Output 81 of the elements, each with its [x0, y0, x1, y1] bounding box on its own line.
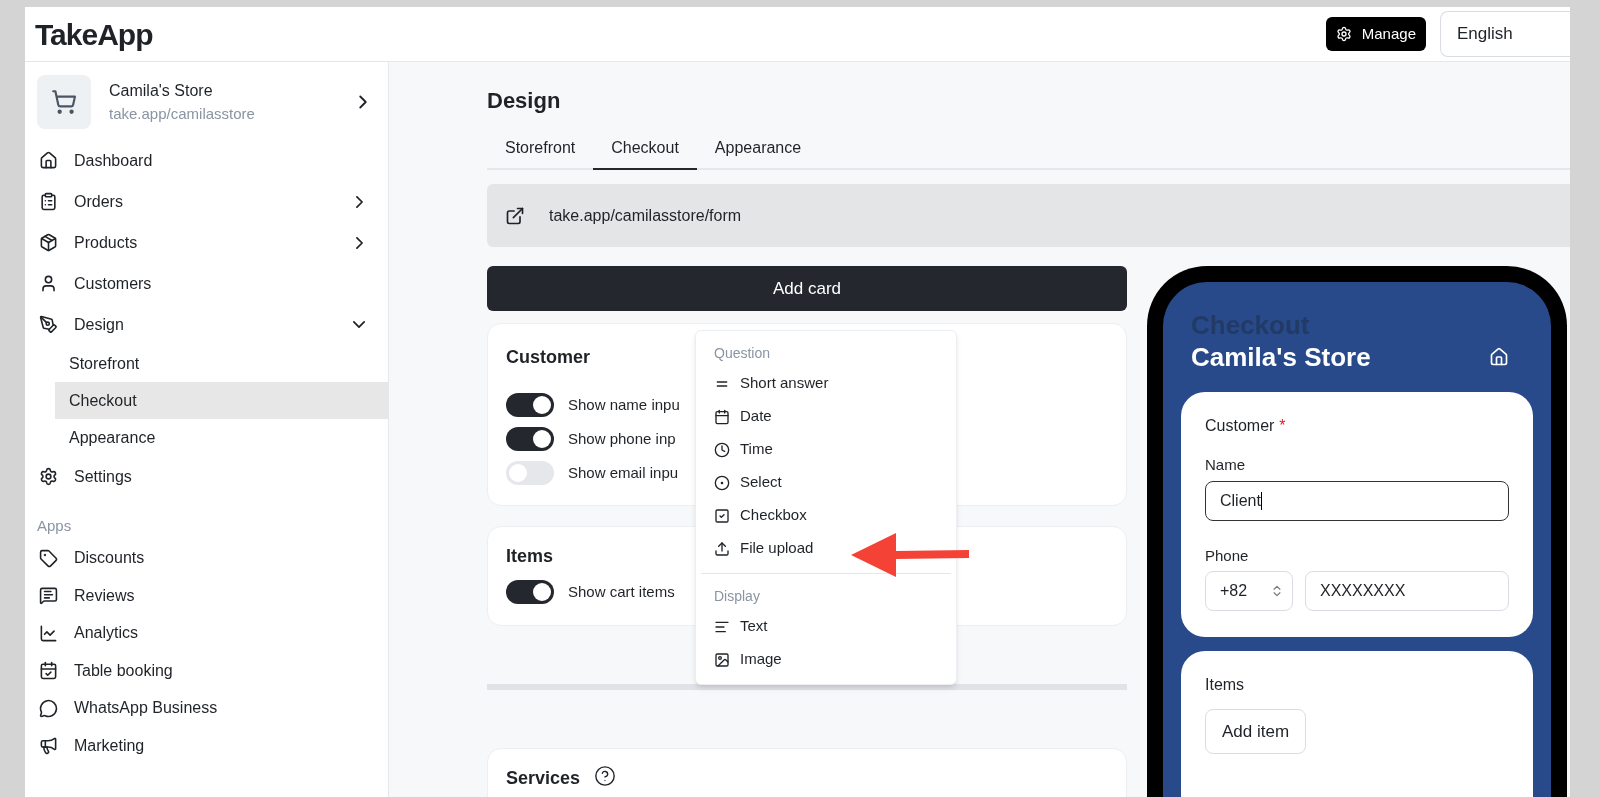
tab[interactable]: Storefront	[487, 136, 594, 170]
box-icon	[39, 233, 58, 252]
store-title: Camila's Store	[1191, 341, 1371, 374]
tab[interactable]: Appearance	[696, 136, 820, 170]
toggle-switch[interactable]	[506, 580, 554, 604]
nav-item[interactable]: Analytics	[37, 614, 388, 652]
language-select[interactable]: English	[1440, 11, 1570, 57]
add-item-button[interactable]: Add item	[1205, 709, 1307, 754]
name-input[interactable]: Client	[1205, 480, 1509, 521]
nav-item[interactable]: WhatsApp Business	[37, 689, 388, 727]
toggle-switch[interactable]	[506, 461, 554, 485]
field-label: Phone	[1205, 545, 1250, 566]
toggle-switch[interactable]	[506, 393, 554, 417]
logo: TakeApp	[35, 16, 153, 53]
chat-bubble-icon	[39, 698, 58, 718]
tag-icon	[39, 548, 58, 568]
menu-item[interactable]: Text	[701, 610, 951, 643]
upload-icon	[714, 540, 730, 557]
toggle-label: Show email inpu	[568, 462, 679, 483]
nav-subitem[interactable]: Checkout	[55, 382, 388, 419]
nav-item[interactable]: Table booking	[37, 652, 388, 690]
nav-item[interactable]: Dashboard	[37, 140, 388, 181]
help-icon	[594, 765, 617, 787]
store-url: take.app/camilasstore	[109, 103, 255, 124]
link-bar[interactable]: take.app/camilasstore/form	[487, 184, 1570, 247]
home-icon	[1489, 347, 1509, 367]
checkbox-icon	[714, 507, 730, 524]
megaphone-icon	[39, 736, 58, 756]
menu-item[interactable]: Checkbox	[696, 499, 956, 532]
page-title: Design	[487, 87, 562, 112]
nav-item[interactable]: Orders	[37, 181, 388, 222]
menu-item[interactable]: Select	[696, 466, 956, 499]
card-title: Customer	[1205, 416, 1275, 436]
section-heading: Apps	[37, 516, 73, 536]
nav-item[interactable]: Design	[37, 304, 388, 345]
settings-icon	[39, 467, 58, 486]
menu-heading: Question	[713, 343, 772, 363]
card-title: Items	[1205, 675, 1245, 695]
chart-icon	[39, 623, 58, 643]
calendar-icon	[714, 408, 730, 425]
card-title: Services	[506, 767, 581, 790]
menu-item[interactable]: Image	[701, 643, 951, 676]
calendar-icon	[39, 661, 58, 681]
menu-item[interactable]: File upload	[696, 532, 956, 565]
nav-item[interactable]: Marketing	[37, 727, 388, 765]
store-name: Camila's Store	[109, 80, 214, 101]
toggle-label: Show cart items	[568, 581, 675, 602]
list-icon	[39, 192, 58, 211]
nav-item[interactable]: Settings	[37, 456, 388, 497]
cart-icon	[51, 89, 77, 115]
add-card-button[interactable]: Add card	[487, 266, 1127, 311]
menu-item[interactable]: Date	[696, 400, 956, 433]
image-icon	[714, 651, 730, 668]
manage-button[interactable]: Manage	[1325, 17, 1426, 51]
home-icon	[39, 151, 58, 170]
field-label: Name	[1205, 455, 1246, 475]
nav-subitem[interactable]: Storefront	[55, 345, 388, 382]
required-mark: *	[1279, 416, 1286, 436]
user-icon	[39, 274, 58, 293]
settings-icon	[1335, 26, 1352, 42]
menu-heading: Display	[713, 586, 761, 606]
nav-subitem[interactable]: Appearance	[55, 419, 388, 456]
card-title: Items	[506, 545, 554, 568]
clock-icon	[714, 441, 730, 458]
toggle-label: Show phone inp	[568, 428, 676, 449]
nav-item[interactable]: Customers	[37, 263, 388, 304]
radio-icon	[714, 474, 730, 491]
external-link-icon	[505, 205, 525, 226]
nav-item[interactable]: Products	[37, 222, 388, 263]
card-title: Customer	[506, 346, 590, 369]
phone-input[interactable]: XXXXXXXX	[1305, 571, 1509, 611]
menu-item[interactable]: Short answer	[696, 367, 956, 400]
pen-icon	[39, 315, 58, 334]
chat-icon	[39, 586, 58, 606]
toggle-switch[interactable]	[506, 427, 554, 451]
menu-item[interactable]: Time	[696, 433, 956, 466]
tab[interactable]: Checkout	[593, 136, 697, 170]
nav-item[interactable]: Discounts	[37, 539, 388, 577]
nav-item[interactable]: Reviews	[37, 577, 388, 615]
toggle-label: Show name inpu	[568, 394, 680, 415]
country-code-select[interactable]: +82	[1205, 571, 1293, 611]
